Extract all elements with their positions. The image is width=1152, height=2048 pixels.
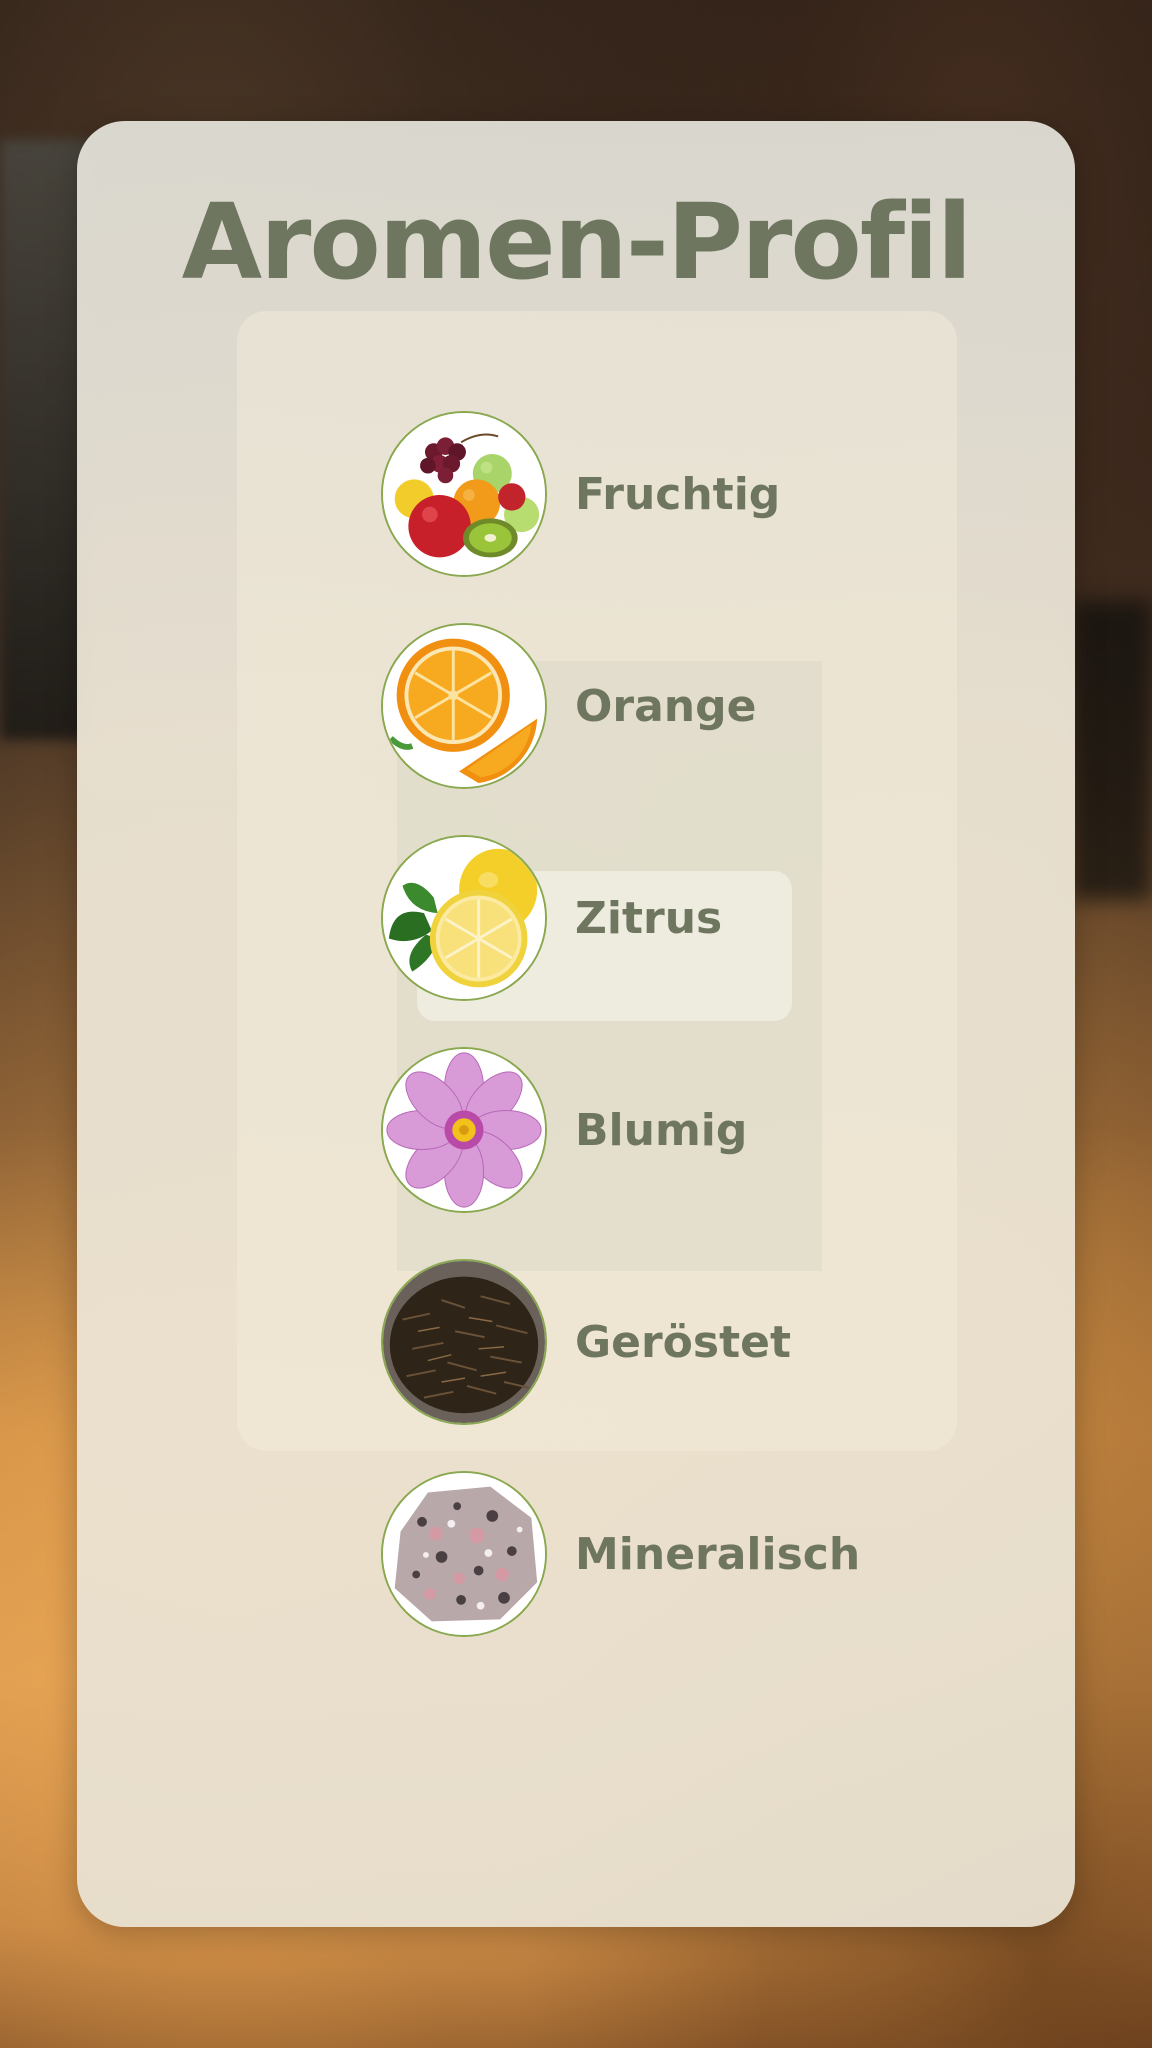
aroma-label: Blumig: [575, 1104, 748, 1156]
aroma-item-fruchtig: Fruchtig: [381, 409, 901, 579]
aroma-item-mineralisch: Mineralisch: [381, 1469, 901, 1639]
aroma-label: Zitrus: [575, 892, 723, 944]
aroma-item-zitrus: Zitrus: [381, 833, 901, 1003]
background-shadow-blur: [1072, 600, 1152, 900]
lemon-icon: [381, 835, 547, 1001]
aroma-item-blumig: Blumig: [381, 1045, 901, 1215]
aroma-label: Mineralisch: [575, 1528, 861, 1580]
roasted-tea-icon: [381, 1259, 547, 1425]
aroma-label: Orange: [575, 680, 757, 732]
flower-icon: [381, 1047, 547, 1213]
aroma-profile-card: Aromen-Profil Fruchtig Orange Zitrus Blu…: [77, 121, 1075, 1927]
aroma-item-geroestet: Geröstet: [381, 1257, 901, 1427]
orange-icon: [381, 623, 547, 789]
aroma-label: Geröstet: [575, 1316, 791, 1368]
page-title: Aromen-Profil: [181, 181, 973, 303]
mixed-fruit-icon: [381, 411, 547, 577]
mineral-stone-icon: [381, 1471, 547, 1637]
aroma-label: Fruchtig: [575, 468, 781, 520]
aroma-item-orange: Orange: [381, 621, 901, 791]
